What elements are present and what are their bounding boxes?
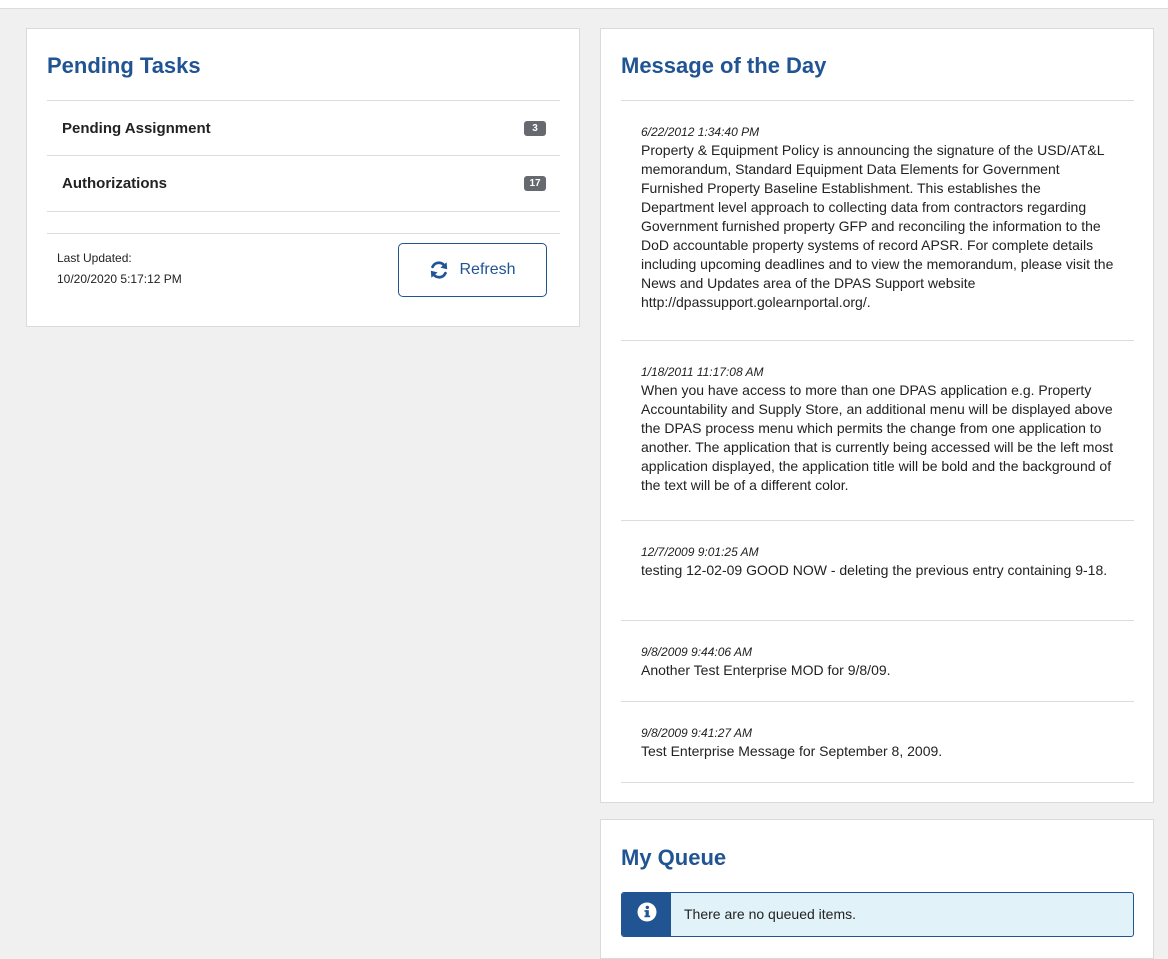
count-badge: 17: [524, 176, 546, 191]
message-text: When you have access to more than one DP…: [641, 382, 1114, 493]
motd-title: Message of the Day: [621, 53, 827, 78]
divider: [47, 211, 560, 212]
message-date: 6/22/2012 1:34:40 PM: [641, 125, 760, 139]
message-item: 1/18/2011 11:17:08 AM When you have acce…: [621, 340, 1134, 520]
message-list: 6/22/2012 1:34:40 PM Property & Equipmen…: [621, 100, 1134, 783]
info-alert: There are no queued items.: [621, 892, 1134, 937]
last-updated-label: Last Updated:: [57, 251, 132, 265]
count-badge: 3: [524, 121, 546, 136]
last-updated-value: 10/20/2020 5:17:12 PM: [57, 272, 182, 286]
message-text: Test Enterprise Message for September 8,…: [641, 743, 943, 759]
message-text: testing 12-02-09 GOOD NOW - deleting the…: [641, 562, 1108, 578]
refresh-icon: [429, 260, 449, 280]
alert-text: There are no queued items.: [684, 906, 856, 922]
task-label: Authorizations: [62, 175, 167, 192]
message-date: 1/18/2011 11:17:08 AM: [641, 365, 764, 379]
message-of-the-day-panel: Message of the Day 6/22/2012 1:34:40 PM …: [600, 28, 1154, 803]
task-row-authorizations[interactable]: Authorizations 17: [47, 155, 560, 210]
task-row-pending-assignment[interactable]: Pending Assignment 3: [47, 100, 560, 155]
message-item: 9/8/2009 9:41:27 AM Test Enterprise Mess…: [621, 701, 1134, 782]
refresh-label: Refresh: [459, 261, 516, 278]
alert-icon-box: [622, 893, 671, 936]
pending-tasks-title: Pending Tasks: [47, 53, 201, 78]
message-item: 9/8/2009 9:44:06 AM Another Test Enterpr…: [621, 620, 1134, 701]
refresh-button[interactable]: Refresh: [398, 243, 547, 297]
top-bar-strip: [0, 0, 1168, 9]
my-queue-title: My Queue: [621, 845, 727, 870]
divider: [47, 233, 560, 234]
pending-tasks-panel: Pending Tasks Pending Assignment 3 Autho…: [26, 28, 580, 327]
message-date: 9/8/2009 9:41:27 AM: [641, 726, 752, 740]
info-icon: [637, 902, 657, 927]
message-item: 6/22/2012 1:34:40 PM Property & Equipmen…: [621, 100, 1134, 340]
message-date: 12/7/2009 9:01:25 AM: [641, 545, 759, 559]
message-date: 9/8/2009 9:44:06 AM: [641, 645, 752, 659]
message-text: Another Test Enterprise MOD for 9/8/09.: [641, 662, 891, 678]
task-label: Pending Assignment: [62, 120, 211, 137]
my-queue-panel: My Queue There are no queued items.: [600, 819, 1154, 959]
message-item: 12/7/2009 9:01:25 AM testing 12-02-09 GO…: [621, 520, 1134, 620]
divider: [621, 782, 1134, 783]
message-text: Property & Equipment Policy is announcin…: [641, 142, 1114, 310]
